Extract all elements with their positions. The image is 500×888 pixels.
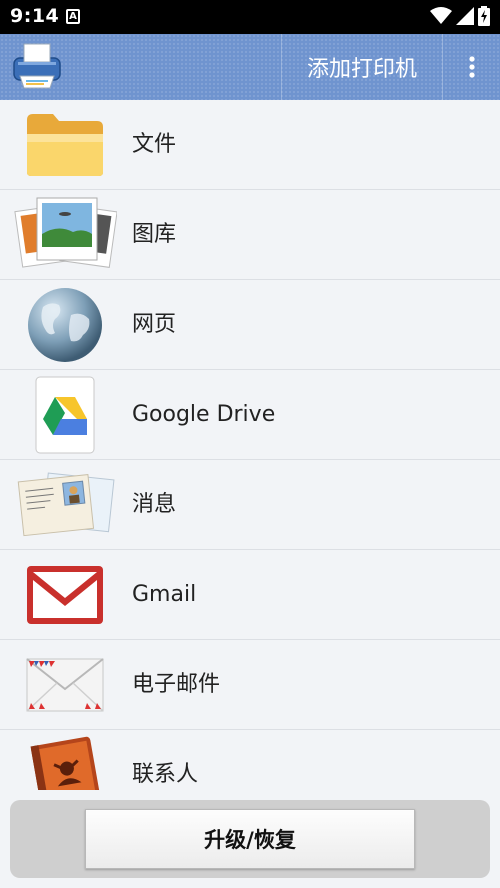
list-item-email[interactable]: 电子邮件 <box>0 640 500 730</box>
list-item-label: 消息 <box>132 492 177 517</box>
overflow-menu-icon[interactable] <box>443 34 500 100</box>
list-item-label: 图库 <box>132 222 177 247</box>
list-item-files[interactable]: 文件 <box>0 100 500 190</box>
footer-panel: 升级/恢复 <box>10 800 490 878</box>
notification-icon: A <box>66 9 80 24</box>
status-bar: 9:14 A <box>0 0 500 34</box>
source-list: 文件 图库 网页 Google Drive 消息 Gmail 电子邮件 联系人 <box>0 100 500 790</box>
list-item-gmail[interactable]: Gmail <box>0 550 500 640</box>
status-time: 9:14 <box>10 5 60 27</box>
google-drive-icon <box>12 375 118 455</box>
upgrade-restore-button[interactable]: 升级/恢复 <box>85 809 415 869</box>
add-printer-button[interactable]: 添加打印机 <box>282 34 442 100</box>
app-bar: 添加打印机 <box>0 34 500 100</box>
list-item-label: 联系人 <box>132 762 199 787</box>
printer-logo-icon <box>10 40 64 94</box>
status-icons <box>430 6 490 26</box>
folder-icon <box>12 105 118 185</box>
email-envelope-icon <box>12 645 118 725</box>
wifi-icon <box>430 7 452 24</box>
list-item-messages[interactable]: 消息 <box>0 460 500 550</box>
footer: 升级/恢复 <box>0 790 500 888</box>
message-postcard-icon <box>12 465 118 545</box>
list-item-google-drive[interactable]: Google Drive <box>0 370 500 460</box>
battery-charging-icon <box>478 6 490 26</box>
list-item-label: 文件 <box>132 132 177 157</box>
contacts-book-icon <box>12 735 118 790</box>
photo-gallery-icon <box>12 195 118 275</box>
list-item-gallery[interactable]: 图库 <box>0 190 500 280</box>
list-item-label: 网页 <box>132 312 177 337</box>
list-item-label: 电子邮件 <box>132 672 221 697</box>
list-item-contacts[interactable]: 联系人 <box>0 730 500 790</box>
list-item-label: Gmail <box>132 582 197 607</box>
gmail-icon <box>12 555 118 635</box>
globe-icon <box>12 285 118 365</box>
list-item-label: Google Drive <box>132 402 276 427</box>
list-item-web[interactable]: 网页 <box>0 280 500 370</box>
signal-icon <box>456 7 474 25</box>
